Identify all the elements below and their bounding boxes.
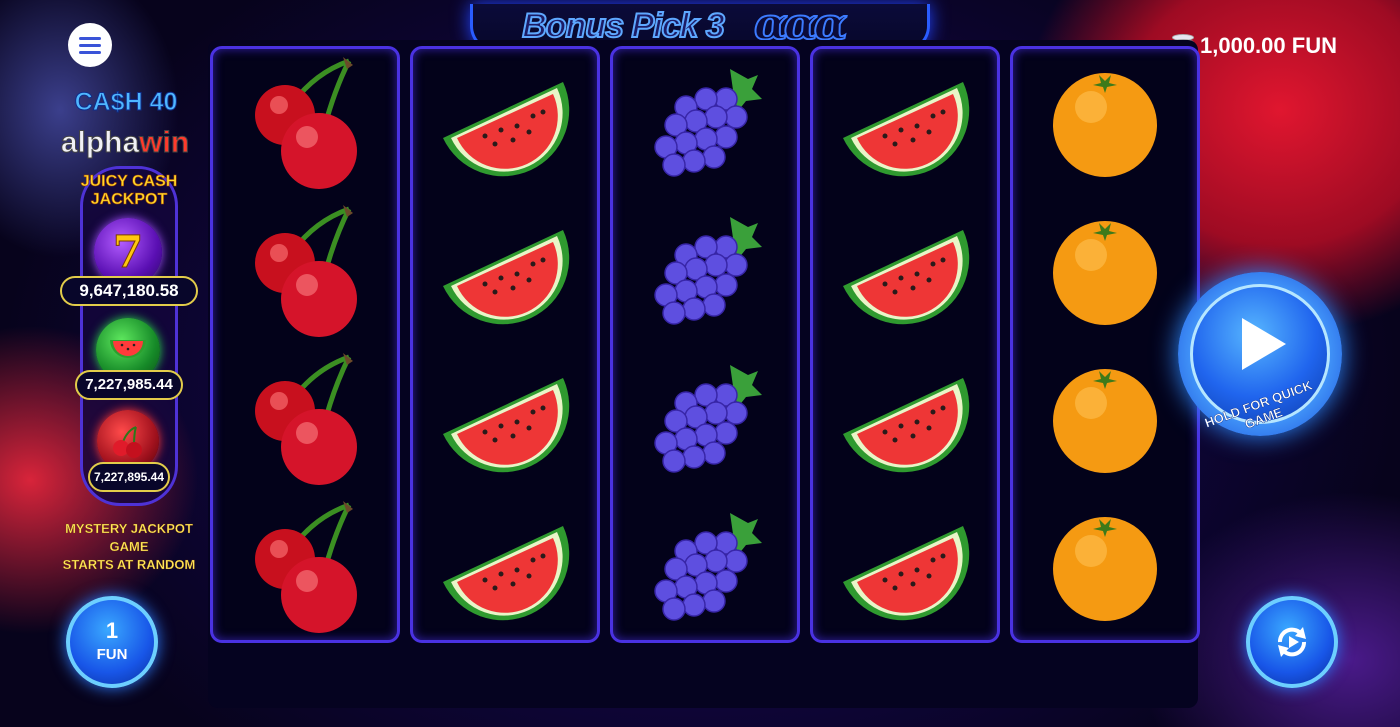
watermelon-icon — [413, 49, 597, 197]
orange-icon — [1013, 345, 1197, 493]
watermelon-icon — [813, 345, 997, 493]
cherry-icon — [213, 49, 397, 197]
mystery-jackpot-text: MYSTERY JACKPOT GAME STARTS AT RANDOM — [46, 520, 212, 574]
reel-5 — [1010, 46, 1200, 643]
jackpot-title: JUICY CASH JACKPOT — [58, 173, 200, 209]
watermelon-icon — [413, 493, 597, 641]
watermelon-icon — [813, 49, 997, 197]
balance-value: 1,000.00 FUN — [1200, 33, 1337, 58]
cash-40-logo: CA$H 40 — [74, 88, 178, 117]
cherry-icon — [213, 197, 397, 345]
hamburger-menu-icon — [79, 36, 101, 40]
seven-glyph: 7 — [112, 226, 144, 278]
reel-4 — [810, 46, 1000, 643]
mystery-line2: STARTS AT RANDOM — [62, 557, 196, 572]
grapes-icon — [613, 493, 797, 641]
reel-3 — [610, 46, 800, 643]
logo-win-part: win — [139, 126, 190, 160]
orange-icon — [1013, 197, 1197, 345]
grapes-icon — [613, 345, 797, 493]
watermelon-icon — [813, 197, 997, 345]
orange-icon — [1013, 49, 1197, 197]
jackpot-value-grand: 9,647,180.58 — [60, 276, 198, 306]
bet-unit: FUN — [96, 646, 128, 663]
menu-button[interactable] — [68, 23, 112, 67]
cherry-icon — [213, 493, 397, 641]
autoplay-icon — [1277, 627, 1307, 657]
hamburger-menu-icon-line — [79, 50, 101, 54]
bet-value: 1 — [105, 618, 119, 643]
watermelon-icon — [413, 197, 597, 345]
watermelon-icon — [813, 493, 997, 641]
play-icon[interactable] — [1242, 318, 1286, 370]
hamburger-menu-icon-line — [79, 43, 101, 47]
grapes-icon — [613, 49, 797, 197]
jackpot-value-minor: 7,227,895.44 — [88, 462, 170, 492]
cherry-icon — [213, 345, 397, 493]
reel-1 — [210, 46, 400, 643]
reel-2 — [410, 46, 600, 643]
grapes-icon — [613, 197, 797, 345]
orange-icon — [1013, 493, 1197, 641]
jackpot-value-major: 7,227,985.44 — [75, 370, 183, 400]
jackpot-title-line2: JACKPOT — [90, 191, 168, 209]
jackpot-title-line1: JUICY CASH — [80, 173, 178, 191]
bet-button[interactable]: 1 FUN — [66, 596, 158, 688]
autoplay-button[interactable] — [1246, 596, 1338, 688]
alphawin-logo: alphawin — [40, 126, 210, 164]
logo-alpha-part: alpha — [60, 126, 140, 160]
mystery-line1: MYSTERY JACKPOT GAME — [65, 521, 193, 554]
watermelon-icon — [413, 345, 597, 493]
